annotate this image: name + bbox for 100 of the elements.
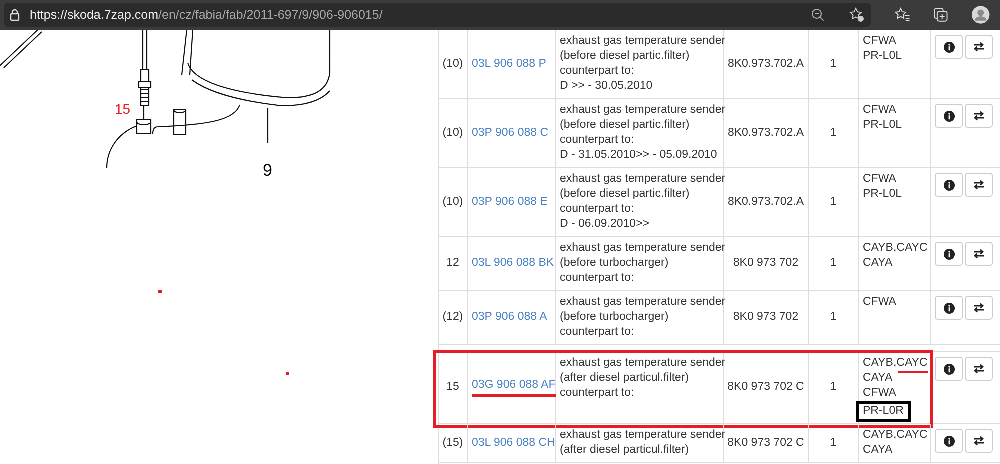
lock-icon (10, 9, 20, 21)
oem-number: 8K0.973.702.A (728, 126, 804, 140)
swap-arrows-icon (973, 436, 985, 446)
info-button[interactable] (935, 35, 963, 59)
zoom-out-icon[interactable] (810, 8, 825, 22)
engine-code: CFWA (863, 386, 896, 401)
position-number: (10) (442, 126, 464, 140)
oem-number: 8K0 973 702 C (728, 380, 804, 395)
address-bar[interactable]: https://skoda.7zap.com/en/cz/fabia/fab/2011-697/9/906-906015/ (4, 3, 871, 27)
replacement-button[interactable] (965, 429, 993, 453)
replacement-button[interactable] (965, 104, 993, 128)
swap-arrows-icon (973, 111, 985, 121)
add-favorite-icon[interactable] (848, 7, 865, 23)
replacement-button[interactable] (965, 242, 993, 266)
engine-code: PR-L0L (863, 49, 902, 64)
engine-code: CAYA (863, 443, 893, 458)
description-line: exhaust gas temperature sender (560, 428, 726, 443)
oem-number: 8K0 973 702 (733, 310, 799, 325)
engine-code: CFWA (863, 34, 896, 49)
info-button[interactable] (935, 242, 963, 266)
replacement-button[interactable] (965, 357, 993, 381)
position-number: (10) (442, 56, 464, 72)
engine-code: PR-L0L (863, 118, 902, 133)
part-number-link[interactable]: 03G 906 088 AF (472, 378, 556, 397)
part-number-link[interactable]: 03L 906 088 BK (472, 256, 554, 271)
collections-icon[interactable] (932, 7, 948, 23)
description-line: exhaust gas temperature sender (560, 241, 726, 256)
quantity: 1 (830, 256, 837, 271)
engine-code: PR-L0L (863, 187, 902, 202)
position-number: 12 (446, 256, 460, 271)
part-number-link[interactable]: 03P 906 088 A (472, 310, 548, 325)
position-number: 15 (446, 380, 460, 395)
description-line: counterpart to: (560, 325, 634, 340)
description-line: D - 31.05.2010>> - 05.09.2010 (560, 148, 718, 163)
info-button[interactable] (935, 429, 963, 453)
url-text: https://skoda.7zap.com/en/cz/fabia/fab/2011-697/9/906-906015/ (30, 6, 383, 24)
quantity: 1 (830, 126, 837, 140)
info-icon (944, 248, 954, 260)
position-number: (12) (442, 310, 464, 325)
engine-code: CFWA (863, 295, 896, 310)
oem-number: 8K0 973 702 (733, 256, 799, 271)
description-line: exhaust gas temperature sender (560, 295, 726, 310)
engine-code: CFWA (863, 172, 896, 187)
favorites-icon[interactable] (894, 7, 911, 23)
info-button[interactable] (935, 357, 963, 381)
engine-code: CAYB,CAYC (863, 241, 928, 256)
position-number: (10) (442, 194, 464, 210)
callout-number: 15 (115, 100, 131, 119)
description-line: (before turbocharger) (560, 256, 669, 271)
engine-code: CAYA (863, 371, 893, 386)
info-icon (944, 110, 954, 122)
quantity: 1 (830, 56, 837, 72)
info-icon (944, 436, 954, 446)
description-line: counterpart to: (560, 386, 634, 401)
info-button[interactable] (935, 296, 963, 320)
callout-number: 9 (263, 160, 272, 182)
part-number-link[interactable]: 03P 906 088 C (472, 126, 549, 140)
replacement-button[interactable] (965, 296, 993, 320)
part-number-link[interactable]: 03L 906 088 P (472, 56, 546, 72)
description-line: counterpart to: (560, 64, 634, 79)
swap-arrows-icon (973, 42, 985, 52)
quantity: 1 (830, 194, 837, 210)
description-line: (before diesel partic.filter) (560, 118, 690, 133)
info-icon (944, 180, 954, 190)
oem-number: 8K0.973.702.A (728, 56, 804, 72)
part-number-link[interactable]: 03P 906 088 E (472, 194, 548, 210)
description-line: counterpart to: (560, 133, 634, 148)
description-line: exhaust gas temperature sender (560, 103, 726, 118)
description-line: (after diesel particul.filter) (560, 443, 690, 458)
description-line: exhaust gas temperature sender (560, 172, 726, 187)
swap-arrows-icon (973, 249, 985, 259)
swap-arrows-icon (973, 180, 985, 190)
part-number-link[interactable]: 03L 906 088 CH (472, 436, 556, 450)
quantity: 1 (830, 380, 837, 395)
profile-avatar-icon[interactable] (972, 6, 990, 24)
engine-code: CAYB,CAYC (863, 428, 928, 443)
description-line: (before diesel partic.filter) (560, 49, 690, 64)
info-icon (944, 364, 954, 374)
info-icon (944, 302, 954, 314)
description-line: (after diesel particul.filter) (560, 371, 690, 386)
replacement-button[interactable] (965, 173, 993, 197)
engine-code: CAYB,CAYC (863, 356, 928, 371)
swap-arrows-icon (973, 303, 985, 313)
description-line: D - 06.09.2010>> (560, 217, 650, 232)
quantity: 1 (830, 310, 837, 325)
description-line: exhaust gas temperature sender (560, 356, 726, 371)
oem-number: 8K0.973.702.A (728, 194, 804, 210)
engine-code: PR-L0R (856, 401, 911, 422)
info-button[interactable] (935, 104, 963, 128)
quantity: 1 (830, 436, 837, 450)
position-number: (15) (442, 436, 464, 450)
swap-arrows-icon (973, 364, 985, 374)
description-line: exhaust gas temperature sender (560, 34, 726, 49)
oem-number: 8K0 973 702 C (728, 436, 804, 450)
info-button[interactable] (935, 173, 963, 197)
description-line: (before diesel partic.filter) (560, 187, 690, 202)
replacement-button[interactable] (965, 35, 993, 59)
engine-code: CFWA (863, 103, 896, 118)
description-line: D >> - 30.05.2010 (560, 79, 653, 94)
description-line: counterpart to: (560, 271, 634, 286)
